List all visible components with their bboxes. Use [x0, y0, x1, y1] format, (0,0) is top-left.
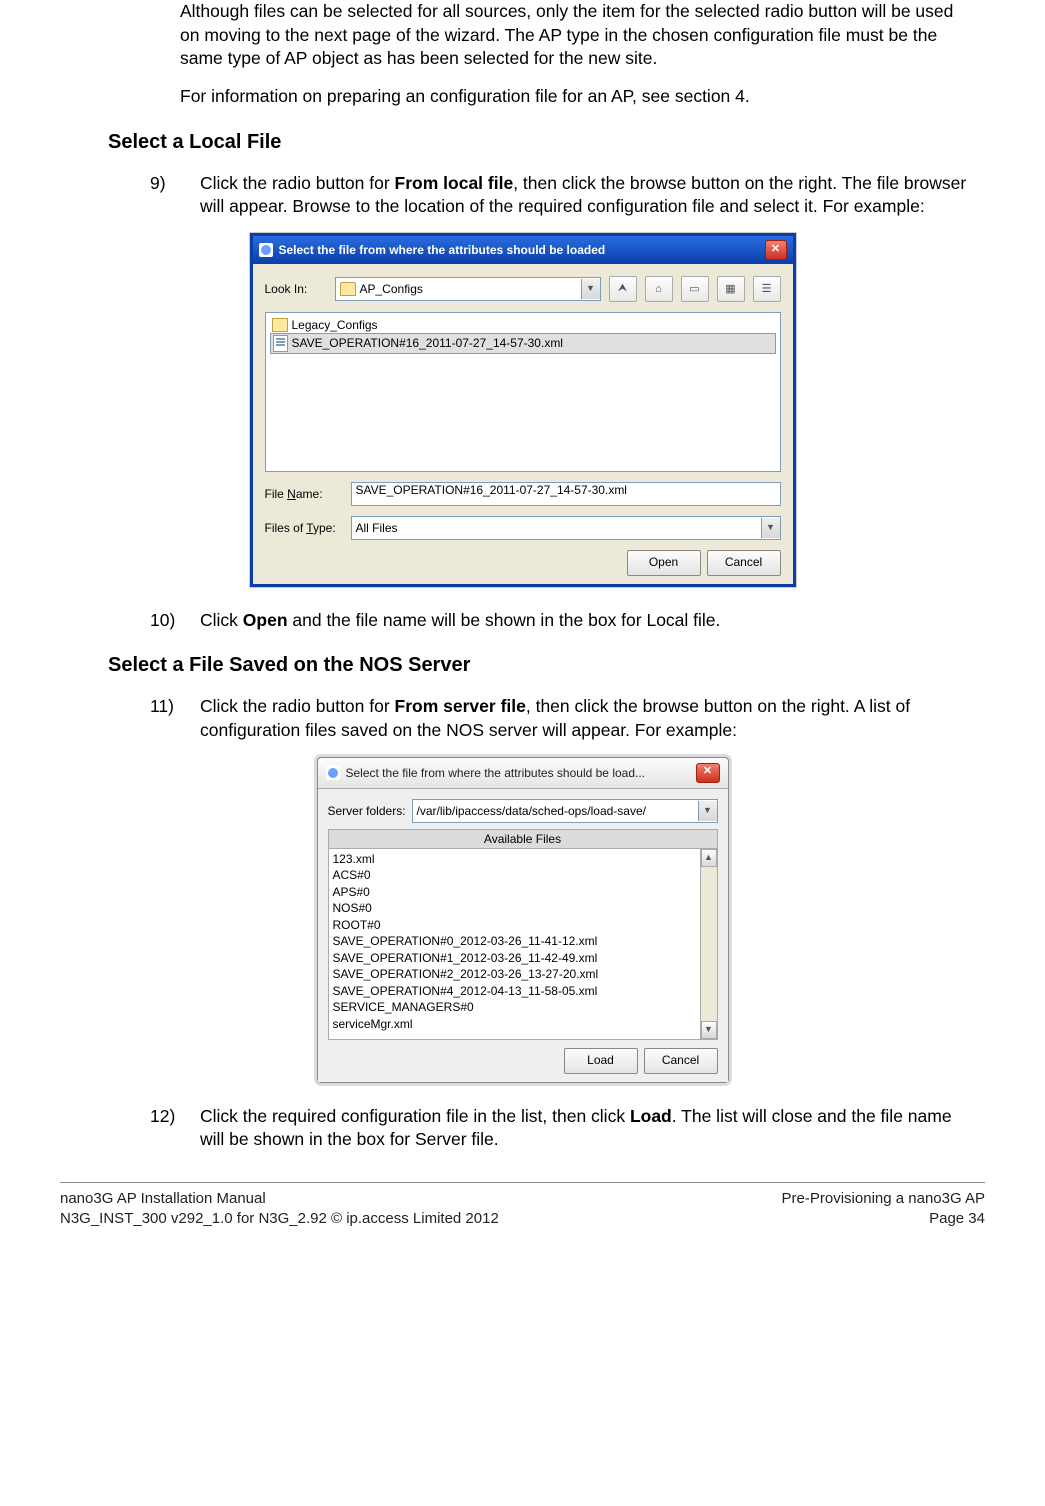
chevron-down-icon[interactable]: ▼ [698, 801, 717, 821]
step-9-number: 9) [150, 172, 200, 219]
close-button[interactable]: ✕ [765, 240, 787, 260]
list-item[interactable]: serviceMgr.xml [333, 1016, 713, 1033]
dialog-server-files: Select the file from where the attribute… [317, 757, 729, 1083]
server-folders-combobox[interactable]: /var/lib/ipaccess/data/sched-ops/load-sa… [412, 799, 718, 823]
filetype-label: Files of Type: [265, 521, 343, 535]
filetype-value: All Files [356, 521, 398, 535]
list-item[interactable]: SERVICE_MANAGERS#0 [333, 999, 713, 1016]
lookin-label: Look In: [265, 282, 327, 296]
footer-doc-title: nano3G AP Installation Manual [60, 1189, 499, 1209]
filetype-combobox[interactable]: All Files ▼ [351, 516, 781, 540]
load-button[interactable]: Load [564, 1048, 638, 1074]
list-item[interactable]: ROOT#0 [333, 917, 713, 934]
step-11-text: Click the radio button for From server f… [200, 695, 975, 742]
list-item[interactable]: Legacy_Configs [270, 317, 776, 333]
list-item[interactable]: APS#0 [333, 884, 713, 901]
details-icon: ☰ [762, 282, 772, 295]
file-list[interactable]: Legacy_Configs SAVE_OPERATION#16_2011-07… [265, 312, 781, 472]
list-item[interactable]: 123.xml [333, 851, 713, 868]
lookin-value: AP_Configs [360, 282, 423, 296]
heading-select-server-file: Select a File Saved on the NOS Server [108, 654, 985, 677]
available-files-list[interactable]: 123.xml ACS#0 APS#0 NOS#0 ROOT#0 SAVE_OP… [328, 848, 718, 1040]
lookin-combobox[interactable]: AP_Configs ▼ [335, 277, 601, 301]
step-10-number: 10) [150, 609, 200, 633]
new-folder-button[interactable]: ▭ [681, 276, 709, 302]
chevron-down-icon[interactable]: ▼ [761, 518, 780, 538]
home-button[interactable]: ⌂ [645, 276, 673, 302]
server-folders-label: Server folders: [328, 804, 406, 818]
java-icon [326, 766, 340, 780]
step-10-text: Click Open and the file name will be sho… [200, 609, 975, 633]
server-folders-value: /var/lib/ipaccess/data/sched-ops/load-sa… [417, 804, 646, 818]
list-item[interactable]: SAVE_OPERATION#4_2012-04-13_11-58-05.xml [333, 983, 713, 1000]
list-item[interactable]: SAVE_OPERATION#0_2012-03-26_11-41-12.xml [333, 933, 713, 950]
list-item[interactable]: NOS#0 [333, 900, 713, 917]
step-12-number: 12) [150, 1105, 200, 1152]
available-files-header: Available Files [328, 829, 718, 848]
footer-section-title: Pre-Provisioning a nano3G AP [782, 1189, 985, 1209]
heading-select-local-file: Select a Local File [108, 131, 985, 154]
step-11-number: 11) [150, 695, 200, 742]
open-button[interactable]: Open [627, 550, 701, 576]
file-icon [273, 335, 288, 352]
list-item[interactable]: SAVE_OPERATION#1_2012-03-26_11-42-49.xml [333, 950, 713, 967]
java-icon [259, 243, 273, 257]
intro-paragraph-2: For information on preparing an configur… [180, 85, 975, 109]
dialog-title-text: Select the file from where the attribute… [346, 766, 646, 780]
up-folder-icon: ⮝ [618, 282, 627, 295]
list-item[interactable]: SAVE_OPERATION#2_2012-03-26_13-27-20.xml [333, 966, 713, 983]
step-9-text: Click the radio button for From local fi… [200, 172, 975, 219]
cancel-button[interactable]: Cancel [644, 1048, 718, 1074]
details-view-button[interactable]: ☰ [753, 276, 781, 302]
home-icon: ⌂ [655, 283, 662, 295]
close-button[interactable]: ✕ [696, 763, 720, 783]
filename-input[interactable]: SAVE_OPERATION#16_2011-07-27_14-57-30.xm… [351, 482, 781, 506]
list-item[interactable]: SAVE_OPERATION#16_2011-07-27_14-57-30.xm… [270, 333, 776, 354]
scroll-up-icon[interactable]: ▲ [701, 849, 717, 867]
scrollbar[interactable]: ▲ ▼ [700, 849, 717, 1039]
dialog-title-text: Select the file from where the attribute… [279, 243, 606, 257]
new-folder-icon: ▭ [689, 282, 699, 295]
chevron-down-icon[interactable]: ▼ [581, 279, 600, 299]
intro-paragraph-1: Although files can be selected for all s… [180, 0, 975, 71]
dialog-titlebar: Select the file from where the attribute… [318, 758, 728, 789]
page-footer: nano3G AP Installation Manual N3G_INST_3… [60, 1182, 985, 1230]
list-view-button[interactable]: ▦ [717, 276, 745, 302]
list-item[interactable]: ACS#0 [333, 867, 713, 884]
cancel-button[interactable]: Cancel [707, 550, 781, 576]
footer-doc-version: N3G_INST_300 v292_1.0 for N3G_2.92 © ip.… [60, 1209, 499, 1229]
dialog-file-chooser: Select the file from where the attribute… [250, 233, 796, 587]
grid-icon: ▦ [725, 282, 735, 295]
footer-page-number: Page 34 [782, 1209, 985, 1229]
scroll-down-icon[interactable]: ▼ [701, 1021, 717, 1039]
step-12-text: Click the required configuration file in… [200, 1105, 975, 1152]
folder-icon [272, 318, 288, 332]
filename-label: File Name: [265, 487, 343, 501]
dialog-titlebar: Select the file from where the attribute… [253, 236, 793, 264]
folder-icon [340, 282, 356, 296]
up-folder-button[interactable]: ⮝ [609, 276, 637, 302]
